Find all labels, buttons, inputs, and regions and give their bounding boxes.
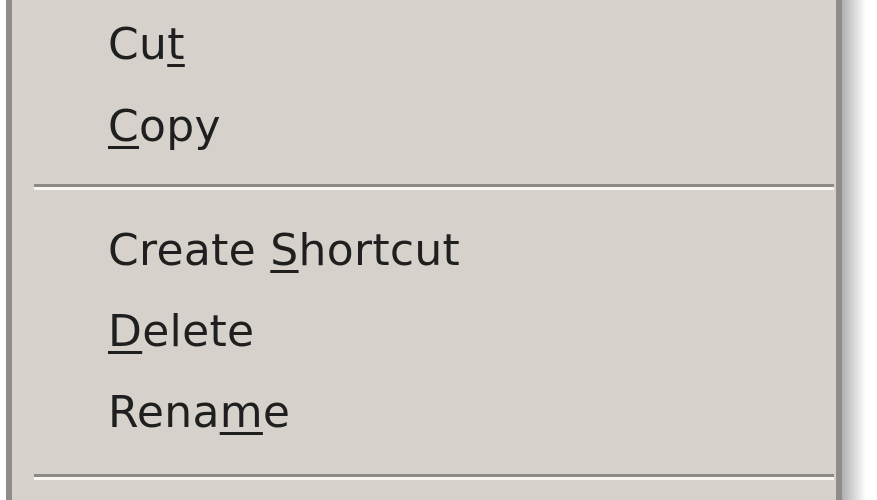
context-menu: Cut Copy Create Shortcut Delete Rename — [6, 0, 842, 500]
menu-item-rename[interactable]: Rename — [108, 382, 290, 444]
menu-item-delete-accelerator: D — [108, 306, 143, 357]
menu-item-delete[interactable]: Delete — [108, 301, 254, 363]
menu-item-delete-label-post: elete — [142, 306, 255, 357]
menu-item-copy-label-post: opy — [139, 101, 221, 152]
menu-item-copy-accelerator: C — [108, 101, 140, 152]
menu-item-rename-accelerator: m — [219, 387, 263, 438]
menu-separator — [34, 474, 834, 480]
menu-separator — [34, 184, 834, 190]
menu-item-copy[interactable]: Copy — [108, 96, 221, 158]
menu-item-create-shortcut[interactable]: Create Shortcut — [108, 220, 460, 282]
menu-item-cut[interactable]: Cut — [108, 14, 185, 76]
menu-item-cut-label-pre: Cu — [108, 19, 168, 70]
menu-item-cut-accelerator: t — [167, 19, 185, 70]
menu-item-rename-label-post: e — [262, 387, 291, 438]
menu-item-create-shortcut-accelerator: S — [270, 225, 299, 276]
menu-drop-shadow — [842, 0, 866, 500]
menu-item-create-shortcut-label-pre: Create — [108, 225, 271, 276]
menu-item-create-shortcut-label-post: hortcut — [298, 225, 461, 276]
menu-item-rename-label-pre: Rena — [108, 387, 220, 438]
screenshot-canvas: Cut Copy Create Shortcut Delete Rename — [0, 0, 877, 500]
